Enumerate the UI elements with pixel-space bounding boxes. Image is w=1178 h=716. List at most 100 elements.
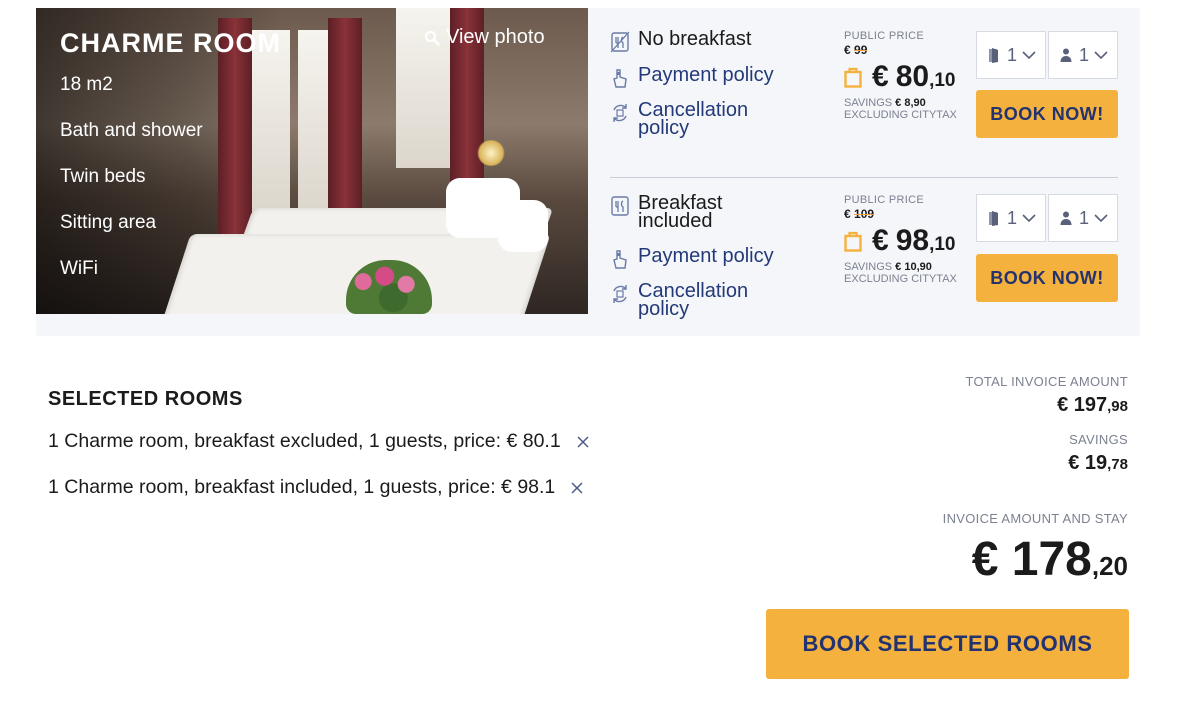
cancellation-policy-label: Cancellation policy (638, 281, 748, 320)
feature-bath: Bath and shower (60, 120, 203, 141)
chevron-down-icon (1094, 214, 1108, 223)
cancellation-line2: policy (638, 117, 690, 139)
savings-int: € 19 (1068, 452, 1108, 474)
rooms-select[interactable]: 1 (976, 194, 1046, 242)
public-price-label: PUBLIC PRICE (844, 194, 925, 206)
rate-no-breakfast: No breakfast Payment policy Cancellation… (610, 8, 1120, 158)
total-dec: ,98 (1107, 398, 1128, 415)
cancellation-policy-label: Cancellation policy (638, 100, 748, 139)
savings-value: € 10,90 (895, 261, 932, 273)
shopping-bag-icon (844, 231, 862, 252)
guests-select[interactable]: 1 (1048, 31, 1118, 79)
guests-select[interactable]: 1 (1048, 194, 1118, 242)
cancellation-icon (610, 283, 630, 305)
book-now-button[interactable]: BOOK NOW! (976, 90, 1118, 138)
selected-rooms-title: SELECTED ROOMS (48, 388, 243, 410)
old-price: € 99 (844, 43, 984, 57)
chevron-down-icon (1022, 51, 1036, 60)
savings: SAVINGS € 8,90 (844, 97, 984, 109)
price-integer: 98 (895, 224, 930, 257)
old-price: € 109 (844, 207, 984, 221)
cancellation-line2: policy (638, 298, 690, 320)
old-price-value: 99 (854, 43, 868, 57)
meal-plan: Breakfast included (610, 193, 722, 232)
rooms-value: 1 (1006, 207, 1017, 228)
selected-room-text: 1 Charme room, breakfast excluded, 1 gue… (48, 430, 561, 452)
price-block: PUBLIC PRICE € 109 € 98 ,10 SAVINGS € 10… (844, 194, 984, 285)
person-icon (1060, 48, 1072, 62)
room-photo[interactable]: CHARME ROOM View photo 18 m2 Bath and sh… (36, 8, 588, 314)
close-icon[interactable] (569, 480, 585, 496)
view-photo-link[interactable]: View photo (424, 26, 545, 49)
payment-policy-link[interactable]: Payment policy (610, 65, 774, 89)
rate-breakfast-included: Breakfast included Payment policy Cancell… (610, 180, 1120, 330)
cancellation-policy-link[interactable]: Cancellation policy (610, 281, 748, 320)
invoice-int: € 178 (971, 533, 1092, 586)
rate-divider (610, 177, 1118, 178)
payment-policy-link[interactable]: Payment policy (610, 246, 774, 270)
pillow (498, 200, 548, 252)
lamp (476, 140, 506, 166)
rooms-value: 1 (1006, 44, 1017, 65)
savings-dec: ,78 (1107, 456, 1128, 473)
shopping-bag-icon (844, 67, 862, 88)
book-now-button[interactable]: BOOK NOW! (976, 254, 1118, 302)
room-features: 18 m2 Bath and shower Twin beds Sitting … (60, 74, 203, 304)
guests-value: 1 (1078, 44, 1089, 65)
invoice-dec: ,20 (1091, 551, 1128, 581)
selected-room-item: 1 Charme room, breakfast excluded, 1 gue… (48, 430, 591, 453)
price-block: PUBLIC PRICE € 99 € 80 ,10 SAVINGS € 8,9… (844, 30, 984, 121)
search-icon (424, 30, 440, 46)
meal-plan: No breakfast (610, 28, 752, 53)
person-icon (1060, 211, 1072, 225)
chevron-down-icon (1094, 51, 1108, 60)
rooms-select[interactable]: 1 (976, 31, 1046, 79)
savings-label: SAVINGS (1069, 432, 1128, 447)
invoice-amount: € 178,20 (943, 532, 1128, 587)
old-price-currency: € (844, 207, 851, 221)
meal-plan-label: No breakfast (638, 28, 752, 50)
excluding-citytax: EXCLUDING CITYTAX (844, 273, 957, 285)
feature-sitting-area: Sitting area (60, 212, 157, 233)
price-integer: 80 (895, 60, 930, 93)
door-icon (988, 211, 998, 226)
total-int: € 197 (1057, 394, 1108, 416)
view-photo-label: View photo (446, 26, 545, 48)
guests-value: 1 (1078, 207, 1089, 228)
chevron-down-icon (1022, 214, 1036, 223)
excluding-citytax: EXCLUDING CITYTAX (844, 109, 957, 121)
cancellation-policy-link[interactable]: Cancellation policy (610, 100, 748, 139)
door-icon (988, 48, 998, 63)
current-price: € 98 ,10 (844, 224, 984, 258)
meal-plan-label: Breakfast included (638, 193, 722, 232)
meal-line2: included (638, 210, 713, 232)
savings-label: SAVINGS (844, 97, 893, 109)
price-decimal: ,10 (929, 234, 956, 255)
rate-selectors: 1 1 (976, 194, 1118, 242)
feature-size: 18 m2 (60, 74, 113, 95)
selected-room-text: 1 Charme room, breakfast included, 1 gue… (48, 476, 556, 498)
total-invoice: TOTAL INVOICE AMOUNT € 197,98 (965, 374, 1128, 417)
price-currency: € (872, 60, 889, 93)
total-savings: SAVINGS € 19,78 (1068, 432, 1128, 475)
payment-icon (610, 248, 630, 270)
close-icon[interactable] (575, 434, 591, 450)
total-invoice-label: TOTAL INVOICE AMOUNT (965, 374, 1128, 389)
savings-value: € 8,90 (895, 97, 926, 109)
invoice-amount-stay: INVOICE AMOUNT AND STAY € 178,20 (943, 511, 1128, 587)
book-selected-rooms-button[interactable]: BOOK SELECTED ROOMS (766, 609, 1129, 679)
total-invoice-amount: € 197,98 (965, 394, 1128, 417)
public-price-label: PUBLIC PRICE (844, 30, 925, 42)
price-currency: € (872, 224, 889, 257)
selected-room-item: 1 Charme room, breakfast included, 1 gue… (48, 476, 585, 499)
old-price-currency: € (844, 43, 851, 57)
meal-icon (610, 31, 630, 53)
price-decimal: ,10 (929, 70, 956, 91)
savings-label: SAVINGS (844, 261, 893, 273)
payment-icon (610, 67, 630, 89)
feature-wifi: WiFi (60, 258, 98, 279)
meal-icon (610, 195, 630, 217)
feature-beds: Twin beds (60, 166, 146, 187)
cancellation-icon (610, 102, 630, 124)
rate-selectors: 1 1 (976, 31, 1118, 79)
